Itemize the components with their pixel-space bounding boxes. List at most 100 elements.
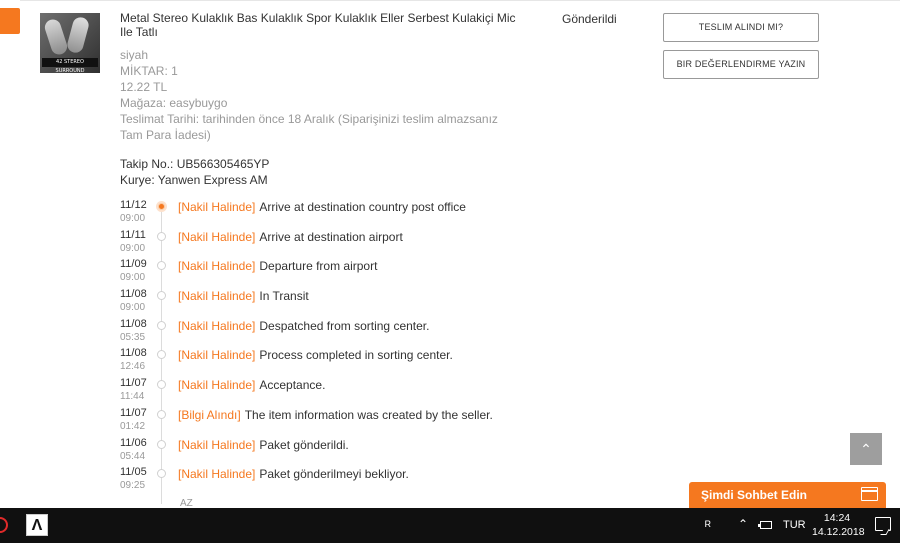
earphone-graphic-right xyxy=(65,15,91,55)
tracking-timeline: 11/12 09:00 [Nakil Halinde] Arrive at desti… xyxy=(120,199,620,504)
timeline-event-text: Paket gönderildi. xyxy=(259,437,349,452)
timeline-event-text: Despatched from sorting center. xyxy=(259,318,430,333)
timeline-day: 11/11 xyxy=(120,228,146,241)
timeline-item: 11/09 09:00 [Nakil Halinde] Departure from … xyxy=(120,258,620,288)
timeline-event-text: Arrive at destination airport xyxy=(259,229,403,244)
earphone-graphic-left xyxy=(42,17,70,57)
timeline-time: 09:00 xyxy=(120,302,146,314)
timeline-event-text: Paket gönderilmeyi bekliyor. xyxy=(259,467,409,482)
timeline-status-tag: [Bilgi Alındı] xyxy=(178,407,241,422)
timeline-dot-icon xyxy=(157,231,166,241)
timeline-event-text: Departure from airport xyxy=(259,259,378,274)
order-page: 42 STEREO SURROUND Metal Stereo Kulaklık… xyxy=(0,0,900,508)
chat-window-icon xyxy=(861,487,878,501)
timeline-event: [Nakil Halinde] Acceptance. xyxy=(178,378,325,392)
timeline-time: 05:35 xyxy=(120,331,146,343)
timeline-day: 11/08 xyxy=(120,288,147,301)
timeline-time: 09:25 xyxy=(120,480,146,492)
timeline-event-text: Acceptance. xyxy=(259,378,326,393)
timeline-status-tag: [Nakil Halinde] xyxy=(178,229,256,244)
product-image-caption: 42 STEREO SURROUND xyxy=(42,58,98,73)
timeline-time: 11:44 xyxy=(120,391,145,403)
timeline-date: 11/06 05:44 xyxy=(120,437,152,463)
timeline-status-tag: [Nakil Halinde] xyxy=(178,348,256,363)
timeline-day: 11/05 xyxy=(120,466,147,479)
timeline-event: [Nakil Halinde] In Transit xyxy=(178,289,309,303)
product-color: siyah xyxy=(120,48,149,62)
timeline-dot-icon xyxy=(157,439,166,449)
taskbar-app-icon[interactable]: Ʌ xyxy=(26,514,48,536)
timeline-date: 11/09 09:00 xyxy=(120,258,152,284)
product-meta: siyah MİKTAR: 1 12.22 TL Mağaza: easybuy… xyxy=(120,47,510,143)
show-hidden-icons-chevron-icon[interactable]: ⌃ xyxy=(738,517,748,531)
timeline-date: 11/07 11:44 xyxy=(120,377,152,403)
timeline-day: 11/08 xyxy=(120,347,147,360)
timeline-event-text: Arrive at destination country post offic… xyxy=(259,200,466,214)
timeline-dot-icon xyxy=(157,380,166,390)
timeline-event: [Nakil Halinde] Departure from airport xyxy=(178,259,377,273)
timeline-item: 11/06 05:44 [Nakil Halinde] Paket gönderild… xyxy=(120,437,620,467)
chevron-up-icon: ⌃ xyxy=(860,441,872,457)
timeline-item: 11/08 12:46 [Nakil Halinde] Process complet… xyxy=(120,347,620,377)
courier-name: Kurye: Yanwen Express AM xyxy=(120,173,268,187)
confirm-delivery-button[interactable]: TESLIM ALINDI MI? xyxy=(663,13,819,42)
timeline-day: 11/07 xyxy=(120,377,147,390)
timeline-date: 11/07 01:42 xyxy=(120,407,152,433)
product-image[interactable]: 42 STEREO SURROUND xyxy=(40,13,100,73)
people-icon[interactable]: ᴿ xyxy=(705,518,711,533)
tracking-info: Takip No.: UB566305465YP Kurye: Yanwen E… xyxy=(120,156,269,188)
store-name: Mağaza: easybuygo xyxy=(120,96,228,110)
timeline-item: 11/07 11:44 [Nakil Halinde] Acceptance. xyxy=(120,377,620,407)
delivery-note: Teslimat Tarihi: tarihinden önce 18 Aral… xyxy=(120,112,498,142)
timeline-dot-icon xyxy=(158,203,165,210)
timeline-time: 09:00 xyxy=(120,242,146,254)
timeline-date: 11/08 09:00 xyxy=(120,288,152,314)
timeline-item: 11/11 09:00 [Nakil Halinde] Arrive at desti… xyxy=(120,229,620,259)
timeline-time: 05:44 xyxy=(120,450,146,462)
orange-side-tab[interactable] xyxy=(0,8,20,34)
timeline-item: 11/08 05:35 [Nakil Halinde] Despatched from… xyxy=(120,318,620,348)
product-quantity: MİKTAR: 1 xyxy=(120,64,178,78)
timeline-status-tag: [Nakil Halinde] xyxy=(178,289,256,304)
timeline-time: 09:00 xyxy=(120,272,146,284)
timeline-dot-icon xyxy=(157,261,166,271)
chat-now-button[interactable]: Şimdi Sohbet Edin xyxy=(689,482,886,508)
battery-icon[interactable] xyxy=(758,521,772,529)
timeline-event-text: Process completed in sorting center. xyxy=(259,348,453,363)
scroll-to-top-button[interactable]: ⌃ xyxy=(850,433,882,465)
timeline-date: 11/08 12:46 xyxy=(120,347,152,373)
clock-time: 14:24 xyxy=(823,512,851,524)
chat-label: Şimdi Sohbet Edin xyxy=(701,488,808,502)
timeline-event: [Nakil Halinde] Arrive at destination air… xyxy=(178,230,403,244)
timeline-dot-icon xyxy=(157,320,166,330)
timeline-dot-icon xyxy=(157,409,166,419)
timeline-day: 11/06 xyxy=(120,436,147,449)
write-review-button[interactable]: BIR DEĞERLENDIRME YAZIN xyxy=(663,50,819,79)
timeline-more-link[interactable]: AZ xyxy=(180,498,193,508)
red-app-icon[interactable] xyxy=(0,517,8,533)
timeline-item: 11/12 09:00 [Nakil Halinde] Arrive at desti… xyxy=(120,199,620,229)
order-status: Gönderildi xyxy=(562,12,617,26)
timeline-item: 11/07 01:42 [Bilgi Alındı] The item informa… xyxy=(120,407,620,437)
timeline-status-tag: [Nakil Halinde] xyxy=(178,259,256,274)
timeline-date: 11/05 09:25 xyxy=(120,466,152,492)
timeline-event: [Nakil Halinde] Process completed in sort… xyxy=(178,348,453,362)
input-language-indicator[interactable]: TUR xyxy=(783,519,806,531)
timeline-time: 09:00 xyxy=(120,213,146,224)
product-title[interactable]: Metal Stereo Kulaklık Bas Kulaklık Spor … xyxy=(120,11,520,39)
timeline-status-tag: [Nakil Halinde] xyxy=(178,318,256,333)
timeline-status-tag: [Nakil Halinde] xyxy=(178,437,256,452)
timeline-event: [Nakil Halinde] Despatched from sorting c… xyxy=(178,319,429,333)
top-divider xyxy=(20,0,900,1)
taskbar-clock[interactable]: 14:24 14.12.2018 xyxy=(812,511,865,539)
timeline-status-tag: [Nakil Halinde] xyxy=(178,200,256,214)
tracking-number: Takip No.: UB566305465YP xyxy=(120,157,270,171)
timeline-time: 01:42 xyxy=(120,420,146,432)
timeline-dot-icon xyxy=(157,350,166,360)
timeline-event: [Bilgi Alındı] The item information was c… xyxy=(178,408,493,422)
timeline-dot-icon xyxy=(157,469,166,479)
windows-taskbar: Ʌ ᴿ ⌃ TUR 14:24 14.12.2018 xyxy=(0,508,900,543)
notification-center-icon[interactable] xyxy=(875,517,891,531)
timeline-status-tag: [Nakil Halinde] xyxy=(178,378,256,393)
clock-date: 14.12.2018 xyxy=(812,526,865,538)
